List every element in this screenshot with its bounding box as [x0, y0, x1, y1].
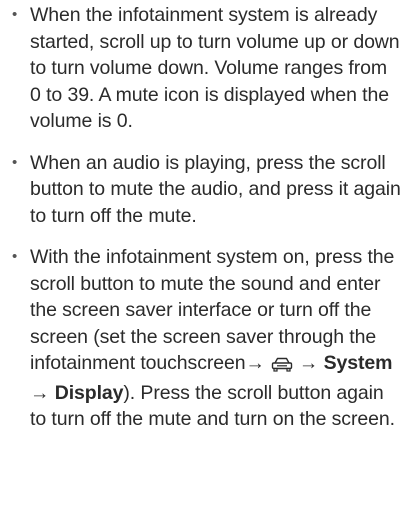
bullet-marker: •	[12, 248, 18, 265]
menu-path-display: Display	[54, 381, 124, 404]
car-icon	[271, 353, 293, 380]
list-item: • When an audio is playing, press the sc…	[12, 150, 402, 230]
document: • When the infotainment system is alread…	[0, 0, 412, 532]
bullet-marker: •	[12, 153, 18, 171]
bullet-marker: •	[12, 6, 18, 23]
menu-path-system: System	[323, 352, 393, 374]
paragraph-text: When the infotainment system is already …	[30, 4, 400, 132]
list-item: • When the infotainment system is alread…	[12, 2, 402, 135]
arrow: →	[30, 381, 50, 404]
instruction-list: • When the infotainment system is alread…	[12, 2, 402, 433]
paragraph-text: When an audio is playing, press the scro…	[30, 151, 401, 227]
list-item: • With the infotainment system on, press…	[12, 244, 402, 433]
arrow: →	[298, 352, 319, 374]
